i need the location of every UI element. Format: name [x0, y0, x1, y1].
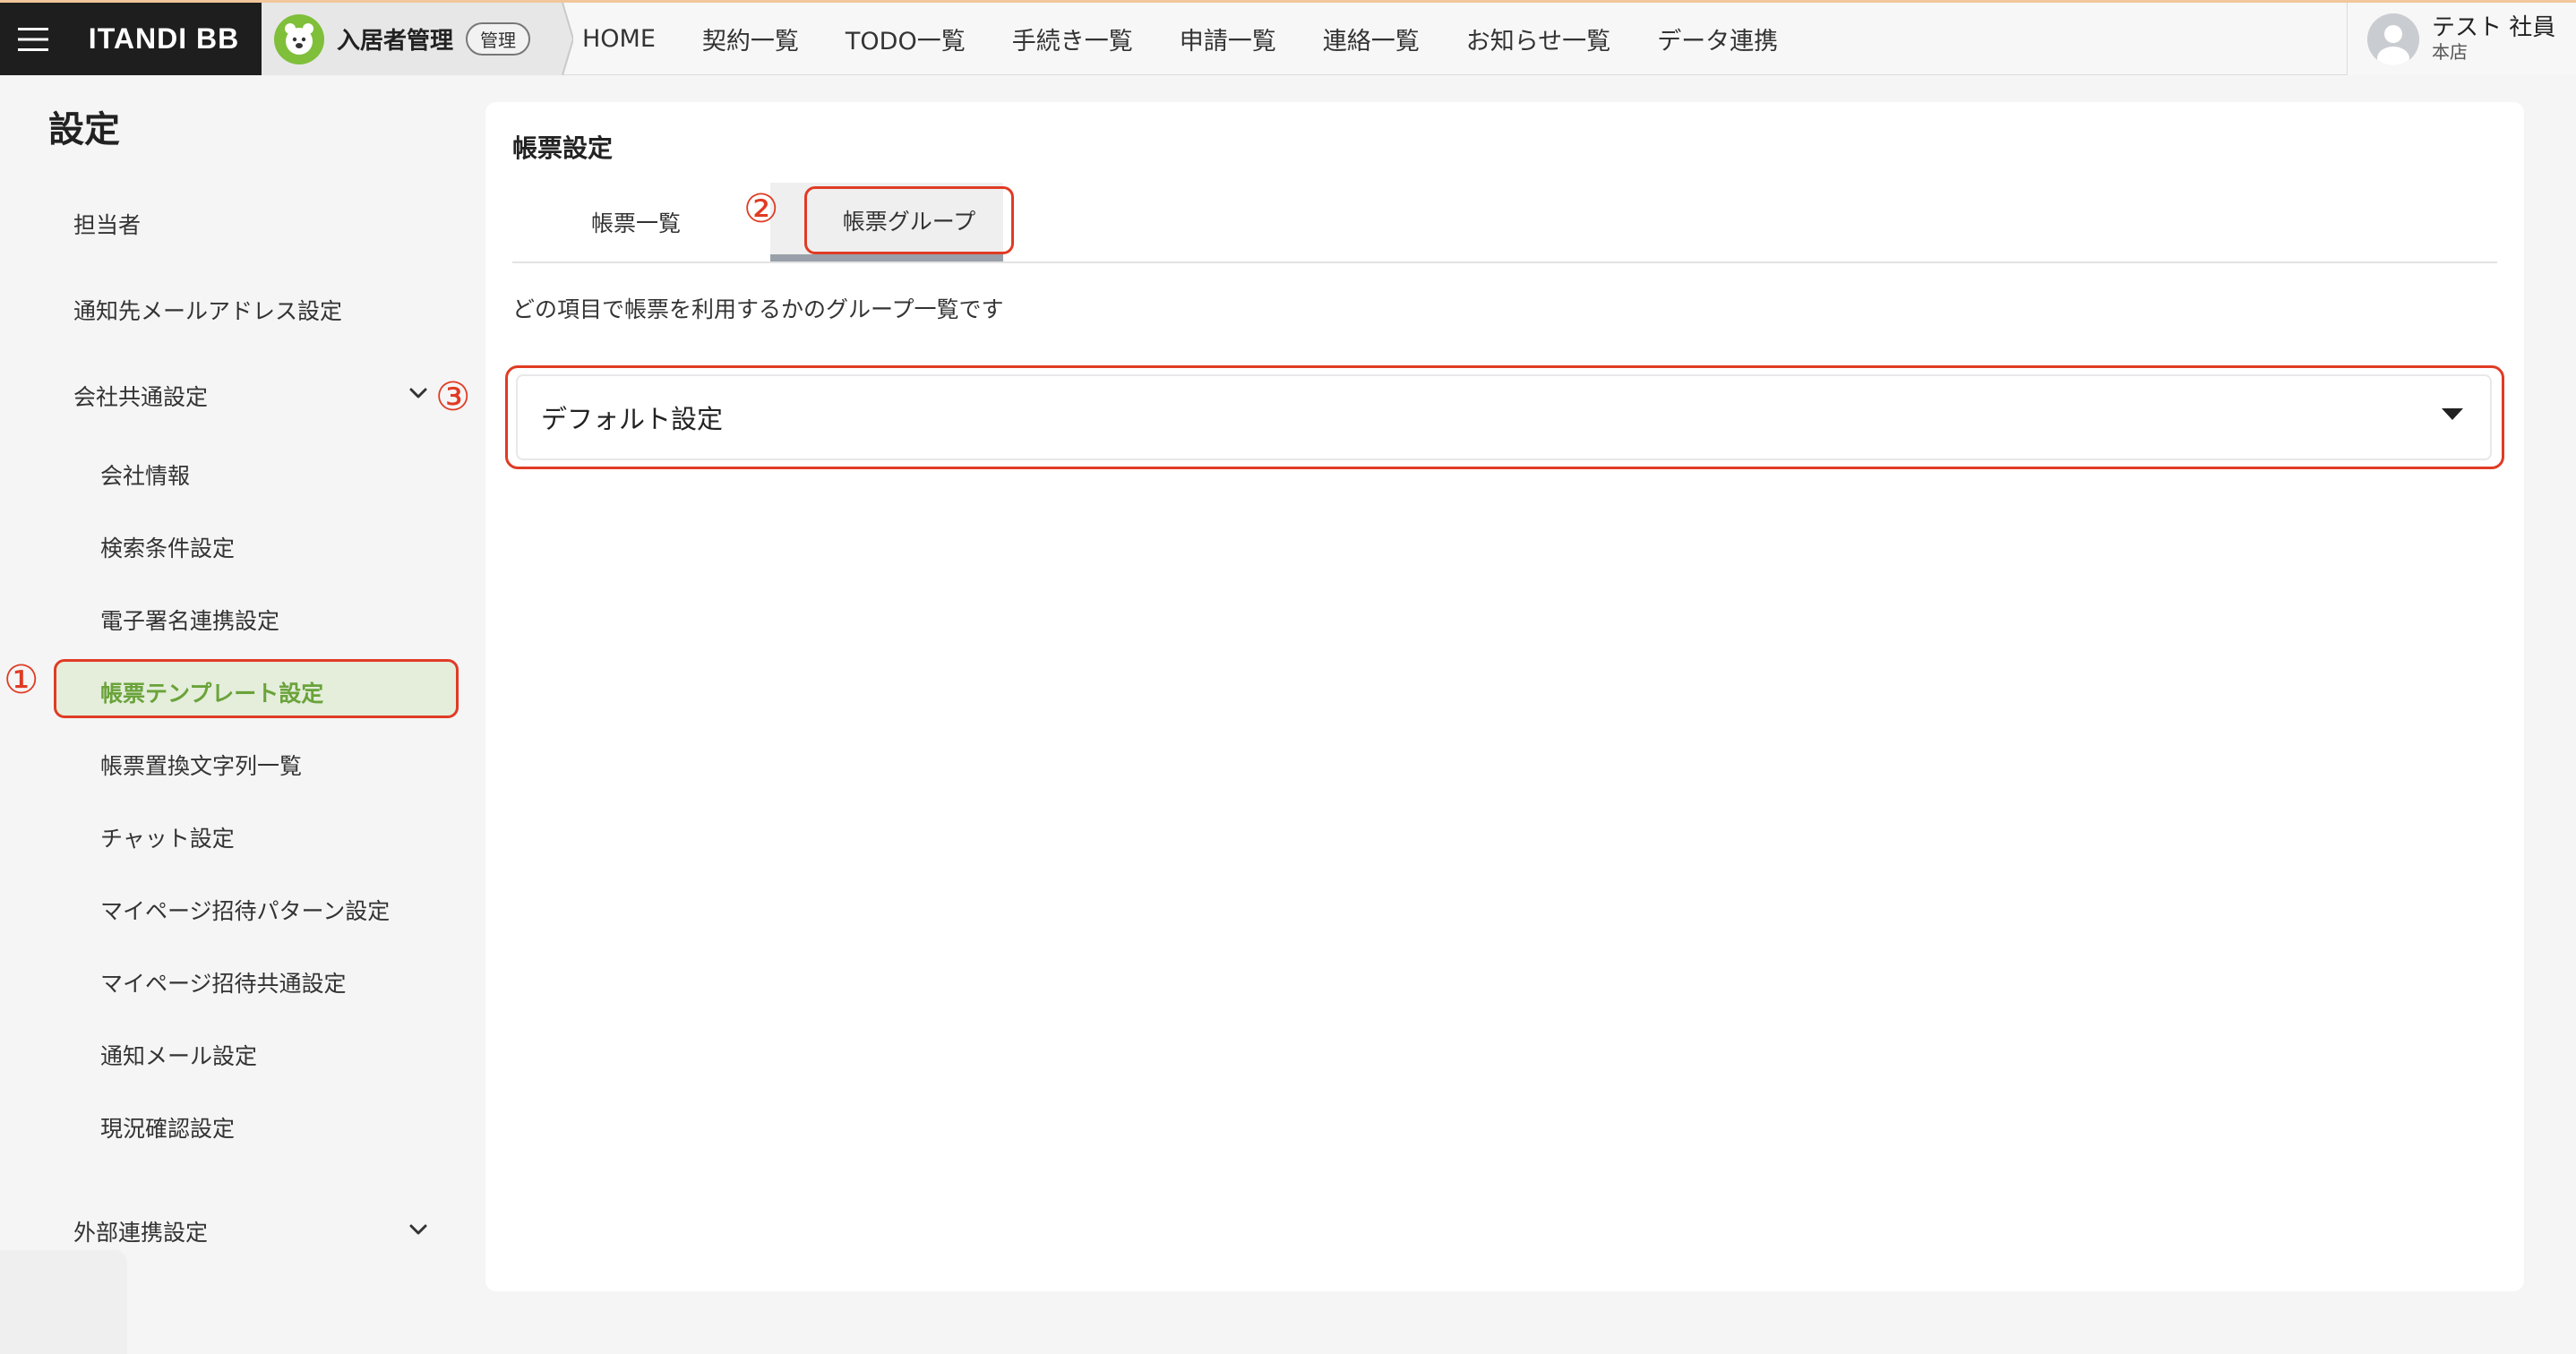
main-card: 帳票設定 帳票一覧 帳票グループ ② どの項目で帳票を利用するかのグループ一覧で… [485, 102, 2524, 1291]
floating-widget[interactable] [0, 1250, 127, 1354]
page-title: 設定 [48, 109, 120, 150]
nav-procedures[interactable]: 手続き一覧 [1012, 21, 1133, 56]
user-name: テスト 社員 [2432, 14, 2556, 42]
app-switcher[interactable]: 入居者管理 管理 [262, 3, 548, 75]
nav-contacts[interactable]: 連絡一覧 [1323, 21, 1420, 56]
group-dropdown-label: デフォルト設定 [541, 404, 724, 434]
main-nav: HOME 契約一覧 TODO一覧 手続き一覧 申請一覧 連絡一覧 お知らせ一覧 … [582, 3, 1778, 75]
nav-data-link[interactable]: データ連携 [1657, 21, 1778, 56]
tab-doc-list[interactable]: 帳票一覧 [512, 183, 760, 261]
user-menu[interactable]: テスト 社員 本店 [2347, 3, 2576, 75]
card-title: 帳票設定 [512, 133, 614, 163]
group-description: どの項目で帳票を利用するかのグループ一覧です [512, 296, 1004, 322]
sidebar-item-search-conditions[interactable]: 検索条件設定 [100, 531, 235, 563]
app-logo-icon [274, 13, 324, 64]
group-dropdown-default[interactable]: デフォルト設定 [516, 374, 2492, 460]
sidebar-item-mypage-common[interactable]: マイページ招待共通設定 [100, 966, 347, 998]
chevron-down-icon[interactable] [407, 1218, 430, 1241]
caret-down-icon [2442, 408, 2463, 420]
app-name: 入居者管理 [337, 28, 454, 55]
sidebar-item-tantosha[interactable]: 担当者 [73, 208, 141, 240]
tab-doc-group-label: 帳票グループ [842, 209, 976, 235]
sidebar-item-notify-mail[interactable]: 通知先メールアドレス設定 [73, 294, 342, 326]
tab-active-indicator [770, 254, 1003, 261]
hamburger-menu-button[interactable] [0, 3, 66, 75]
user-avatar-icon [2367, 13, 2419, 65]
tabs-divider [512, 261, 2497, 263]
sidebar-item-doc-template[interactable]: 帳票テンプレート設定 [100, 676, 323, 708]
sidebar-item-status-check[interactable]: 現況確認設定 [100, 1111, 235, 1144]
sidebar-item-external[interactable]: 外部連携設定 [73, 1215, 208, 1247]
sidebar-item-replace-text[interactable]: 帳票置換文字列一覧 [100, 749, 302, 781]
top-bar: ITANDI BB 入居者管理 管理 HOME 契約一覧 TODO一覧 手続き一… [0, 0, 2576, 75]
chevron-down-icon[interactable] [407, 381, 430, 405]
annotation-marker-2: ② [743, 186, 779, 232]
user-store: 本店 [2432, 40, 2468, 63]
sidebar-item-chat[interactable]: チャット設定 [100, 821, 235, 853]
annotation-marker-3: ③ [435, 374, 471, 420]
nav-home[interactable]: HOME [582, 25, 656, 53]
nav-notices[interactable]: お知らせ一覧 [1466, 21, 1610, 56]
sidebar-item-company-common[interactable]: 会社共通設定 [73, 380, 208, 412]
breadcrumb-separator-icon [548, 3, 573, 75]
annotation-marker-1: ① [4, 657, 39, 703]
hamburger-icon [18, 27, 48, 51]
nav-contracts[interactable]: 契約一覧 [702, 21, 799, 56]
app-badge: 管理 [466, 22, 531, 56]
sidebar-item-mypage-pattern[interactable]: マイページ招待パターン設定 [100, 894, 390, 926]
sidebar-item-notify-mail-setting[interactable]: 通知メール設定 [100, 1039, 257, 1071]
brand-logo[interactable]: ITANDI BB [66, 3, 262, 75]
tab-doc-group[interactable]: 帳票グループ [804, 186, 1014, 254]
nav-applications[interactable]: 申請一覧 [1180, 21, 1276, 56]
nav-todo[interactable]: TODO一覧 [846, 21, 966, 56]
sidebar-item-esign[interactable]: 電子署名連携設定 [100, 604, 279, 636]
sidebar-item-company-info[interactable]: 会社情報 [100, 458, 190, 491]
